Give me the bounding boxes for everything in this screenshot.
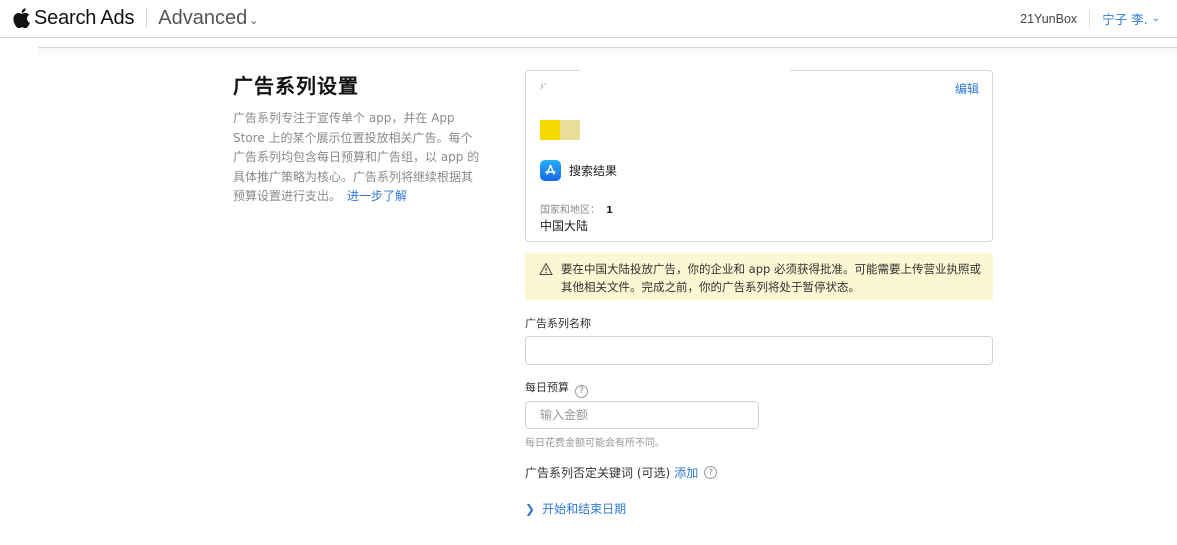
redaction-mask xyxy=(580,67,790,73)
help-icon[interactable]: ? xyxy=(704,466,718,479)
apple-logo-icon xyxy=(13,8,30,28)
campaign-name-input[interactable] xyxy=(525,336,993,365)
regions-label-text: 国家和地区： xyxy=(540,205,600,216)
intro-description: 广告系列专注于宣传单个 app，并在 App Store 上的某个展示位置投放相… xyxy=(233,109,483,207)
negative-keywords-label: 广告系列否定关键词 (可选) xyxy=(525,466,671,480)
regions-count: 1 xyxy=(606,205,613,216)
edit-button[interactable]: 编辑 xyxy=(955,80,979,97)
campaign-name-label: 广告系列名称 xyxy=(525,317,591,330)
app-name: ﾒ' xyxy=(540,82,547,91)
warning-banner: 要在中国大陆投放广告，你的企业和 app 必须获得批准。可能需要上传营业执照或其… xyxy=(525,253,993,300)
placement-label: 搜索结果 xyxy=(569,164,618,178)
warning-triangle-icon xyxy=(539,262,553,275)
brand-name: Search Ads xyxy=(34,6,135,29)
warning-text: 要在中国大陆投放广告，你的企业和 app 必须获得批准。可能需要上传营业执照或其… xyxy=(561,262,981,294)
app-icon-placeholder xyxy=(540,120,580,140)
swatch-right xyxy=(560,120,580,140)
app-store-icon xyxy=(540,160,561,181)
chevron-right-icon: ❯ xyxy=(525,501,536,516)
section-shade xyxy=(38,48,1177,56)
account-area: 21YunBox 宁子 李. ⌄ xyxy=(1020,9,1160,28)
chevron-down-icon[interactable]: ⌄ xyxy=(1152,13,1160,24)
account-divider xyxy=(1089,9,1091,28)
daily-budget-hint: 每日花费金额可能会有所不同。 xyxy=(525,438,665,449)
intro-panel: 广告系列设置 广告系列专注于宣传单个 app，并在 App Store 上的某个… xyxy=(233,70,483,207)
user-menu[interactable]: 宁子 李. xyxy=(1102,9,1147,28)
regions-label: 国家和地区： 1 xyxy=(540,201,613,216)
start-end-dates-toggle[interactable]: ❯ 开始和结束日期 xyxy=(525,500,626,517)
region-value: 中国大陆 xyxy=(540,219,589,233)
dates-label: 开始和结束日期 xyxy=(542,502,627,516)
help-icon[interactable]: ? xyxy=(575,384,588,398)
top-bar: Search Ads Advanced ⌄ 21YunBox 宁子 李. ⌄ xyxy=(0,0,1177,38)
chevron-down-icon[interactable]: ⌄ xyxy=(249,14,258,27)
daily-budget-label: 每日预算 xyxy=(525,381,569,394)
brand-divider xyxy=(146,8,148,28)
daily-budget-label-row: 每日预算? xyxy=(525,379,588,398)
org-name[interactable]: 21YunBox xyxy=(1020,12,1077,26)
swatch-left xyxy=(540,120,560,140)
campaign-summary-card: ﾒ' 编辑 搜索结果 国家和地区： 1 中国大陆 xyxy=(525,70,993,242)
brand[interactable]: Search Ads Advanced ⌄ xyxy=(13,5,258,31)
daily-budget-input[interactable] xyxy=(525,401,759,429)
learn-more-link[interactable]: 进一步了解 xyxy=(347,189,407,203)
product-selector[interactable]: Advanced xyxy=(158,7,247,30)
page-title: 广告系列设置 xyxy=(233,74,359,98)
add-negative-keywords-link[interactable]: 添加 xyxy=(674,464,698,481)
placement-row: 搜索结果 xyxy=(540,160,617,181)
negative-keywords-row: 广告系列否定关键词 (可选) 添加 ? xyxy=(525,464,718,481)
